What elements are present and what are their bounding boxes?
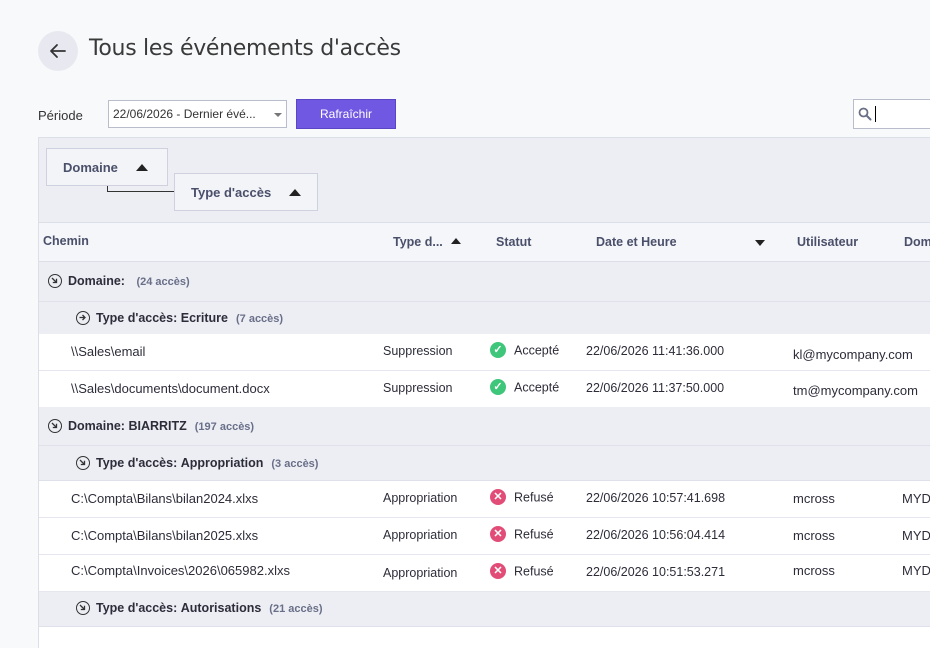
cell-status: Accepté (514, 380, 560, 395)
group-chip-domaine[interactable]: Domaine (46, 148, 168, 186)
cell-path: \\Sales\email (71, 344, 146, 359)
access-events-grid: Domaine Type d'accès Chemin Type d... St… (38, 137, 930, 648)
search-icon (858, 107, 872, 121)
cell-datetime: 22/06/2026 11:37:50.000 (586, 381, 725, 395)
arrow-down-right-icon (76, 600, 90, 615)
cell-type: Suppression (383, 344, 453, 358)
x-circle-icon: ✕ (490, 526, 506, 542)
cell-path: C:\Compta\Bilans\bilan2025.xlxs (71, 528, 259, 543)
x-circle-icon: ✕ (490, 489, 506, 505)
group-panel (39, 138, 930, 223)
group-row-domain[interactable]: Domaine: (24 accès) (39, 262, 930, 302)
period-select[interactable]: 22/06/2026 - Dernier évé... (108, 100, 287, 128)
column-header-type[interactable]: Type d... (393, 235, 461, 249)
cell-path: C:\Compta\Bilans\bilan2024.xlxs (71, 491, 259, 506)
search-input[interactable] (853, 99, 930, 129)
group-chip-label: Domaine (63, 159, 118, 175)
cell-domain: MYD (902, 563, 930, 578)
column-header-date[interactable]: Date et Heure (596, 235, 677, 249)
column-header-utilisateur[interactable]: Utilisateur (797, 235, 858, 249)
column-header-row: Chemin Type d... Statut Date et Heure Ut… (39, 223, 930, 262)
sort-ascending-icon (450, 237, 461, 244)
cell-datetime: 22/06/2026 10:56:04.414 (586, 528, 726, 542)
cell-datetime: 22/06/2026 10:51:53.271 (586, 565, 726, 579)
text-cursor (875, 106, 876, 122)
cell-path: \\Sales\documents\document.docx (71, 381, 270, 396)
page-title: Tous les événements d'accès (89, 36, 401, 61)
cell-user: kl@mycompany.com (793, 347, 913, 362)
sort-ascending-icon (289, 188, 302, 196)
cell-user: mcross (793, 563, 835, 578)
check-circle-icon: ✓ (490, 379, 506, 395)
sort-ascending-icon (135, 163, 148, 171)
cell-status: Refusé (514, 490, 554, 505)
arrow-down-right-icon (76, 455, 90, 470)
cell-status: Refusé (514, 564, 554, 579)
cell-type: Appropriation (383, 528, 458, 542)
table-row[interactable]: C:\Compta\Bilans\bilan2025.xlxs Appropri… (39, 518, 930, 555)
column-header-chemin[interactable]: Chemin (43, 234, 89, 248)
cell-path: C:\Compta\Invoices\2026\065982.xlxs (71, 563, 290, 578)
group-row-access-type[interactable]: Type d'accès: Autorisations (21 accès) (39, 592, 930, 627)
table-row[interactable] (39, 627, 930, 648)
cell-type: Suppression (383, 381, 453, 395)
cell-status: Accepté (514, 343, 560, 358)
table-row[interactable]: C:\Compta\Bilans\bilan2024.xlxs Appropri… (39, 481, 930, 518)
group-row-access-type[interactable]: Type d'accès: Ecriture (7 accès) (39, 302, 930, 335)
column-header-statut[interactable]: Statut (496, 235, 531, 249)
cell-status: Refusé (514, 527, 554, 542)
table-row[interactable]: \\Sales\documents\document.docx Suppress… (39, 371, 930, 408)
period-label: Période (38, 108, 83, 123)
back-button[interactable] (38, 31, 78, 71)
x-circle-icon: ✕ (490, 563, 506, 579)
arrow-down-right-icon (48, 273, 62, 288)
cell-datetime: 22/06/2026 10:57:41.698 (586, 491, 726, 505)
sort-descending-icon (755, 240, 765, 246)
group-chip-label: Type d'accès (191, 184, 272, 200)
cell-user: mcross (793, 491, 835, 506)
group-chip-type-acces[interactable]: Type d'accès (174, 173, 318, 211)
table-row[interactable]: \\Sales\email Suppression ✓ Accepté 22/06… (39, 334, 930, 371)
cell-user: tm@mycompany.com (793, 383, 918, 398)
cell-domain: MYD (902, 491, 930, 506)
table-row[interactable]: C:\Compta\Invoices\2026\065982.xlxs Appr… (39, 555, 930, 592)
arrow-down-right-icon (48, 418, 62, 433)
cell-type: Appropriation (383, 491, 458, 505)
period-select-value: 22/06/2026 - Dernier évé... (113, 107, 256, 121)
group-row-domain[interactable]: Domaine: BIARRITZ (197 accès) (39, 407, 930, 446)
cell-datetime: 22/06/2026 11:41:36.000 (586, 344, 725, 358)
refresh-button[interactable]: Rafraîchir (296, 99, 396, 129)
cell-domain: MYD (902, 528, 930, 543)
cell-user: mcross (793, 528, 835, 543)
chevron-down-icon (274, 113, 282, 117)
group-row-access-type[interactable]: Type d'accès: Appropriation (3 accès) (39, 446, 930, 481)
arrow-left-icon (50, 44, 66, 58)
column-header-domaine[interactable]: Dom (904, 235, 930, 249)
check-circle-icon: ✓ (490, 342, 506, 358)
arrow-right-icon (76, 310, 90, 325)
cell-type: Appropriation (383, 566, 458, 580)
